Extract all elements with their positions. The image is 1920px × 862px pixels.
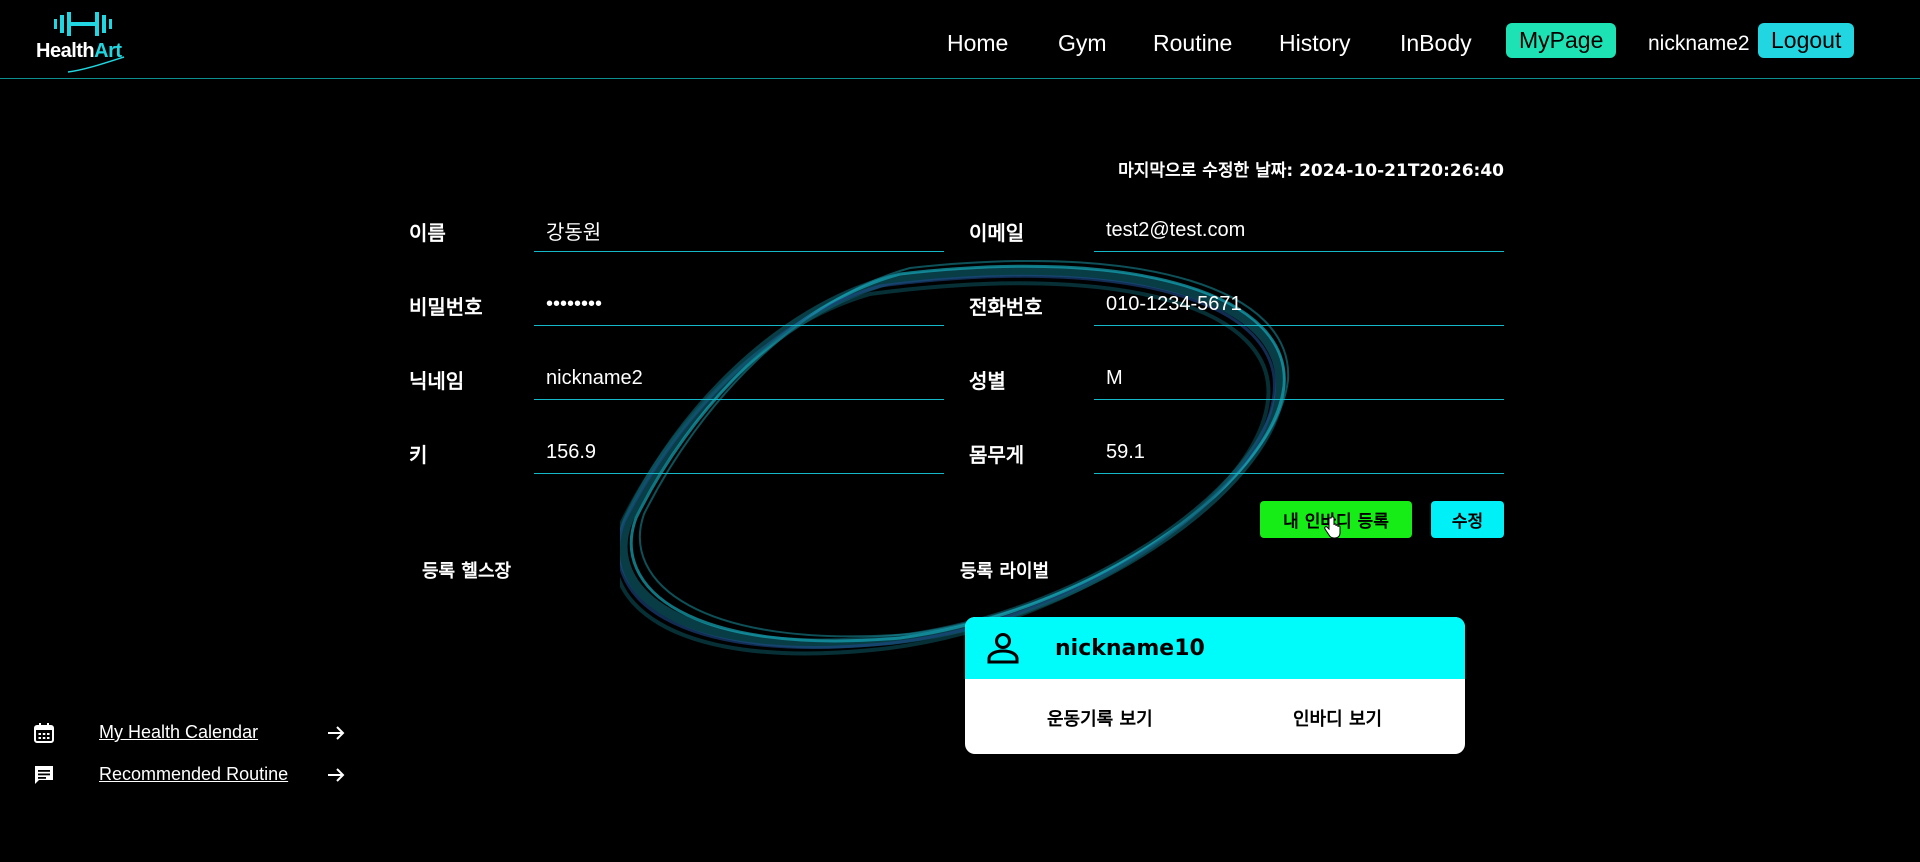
user-icon xyxy=(987,633,1019,664)
rival-card-header: nickname10 xyxy=(965,617,1465,679)
logo-swoosh-icon xyxy=(67,56,125,73)
nav-history[interactable]: History xyxy=(1279,30,1351,57)
height-label: 키 xyxy=(409,443,428,467)
hand-cursor-icon xyxy=(1324,516,1341,539)
phone-field[interactable] xyxy=(1094,284,1504,326)
nav-routine[interactable]: Routine xyxy=(1153,30,1232,57)
gender-label: 성별 xyxy=(969,369,1006,393)
rival-card: nickname10 운동기록 보기 인바디 보기 xyxy=(965,617,1465,754)
top-navbar: HealthArt Home Gym Routine History InBod… xyxy=(0,0,1920,79)
view-workout-records-link[interactable]: 운동기록 보기 xyxy=(1047,705,1153,731)
view-inbody-link[interactable]: 인바디 보기 xyxy=(1293,705,1382,731)
logout-button[interactable]: Logout xyxy=(1758,23,1855,58)
phone-label: 전화번호 xyxy=(969,295,1043,319)
email-field[interactable] xyxy=(1094,210,1504,252)
name-field[interactable] xyxy=(534,210,944,252)
calendar-link-label: My Health Calendar xyxy=(99,722,259,742)
arrow-right-icon xyxy=(328,726,345,740)
header-nickname: nickname2 xyxy=(1648,32,1750,55)
nav-inbody[interactable]: InBody xyxy=(1400,30,1472,57)
gender-field[interactable] xyxy=(1094,358,1504,400)
email-label: 이메일 xyxy=(969,221,1025,245)
name-label: 이름 xyxy=(409,221,446,245)
chat-icon xyxy=(35,766,53,784)
edit-button[interactable]: 수정 xyxy=(1431,501,1504,538)
nickname-field[interactable] xyxy=(534,358,944,400)
registered-gym-title: 등록 헬스장 xyxy=(422,561,512,582)
password-field[interactable] xyxy=(534,284,944,326)
weight-field[interactable] xyxy=(1094,432,1504,474)
height-field[interactable] xyxy=(534,432,944,474)
arrow-right-icon xyxy=(328,768,345,782)
registered-rival-title: 등록 라이벌 xyxy=(960,561,1050,582)
nav-gym[interactable]: Gym xyxy=(1058,30,1107,57)
sidebar-link-calendar[interactable]: My Health Calendar xyxy=(32,718,352,748)
rival-nickname: nickname10 xyxy=(1055,635,1205,661)
healthart-logo[interactable]: HealthArt xyxy=(36,10,136,73)
routine-link-label: Recommended Routine xyxy=(99,764,289,784)
calendar-icon xyxy=(34,723,54,743)
nav-mypage[interactable]: MyPage xyxy=(1506,23,1617,58)
weight-label: 몸무게 xyxy=(969,443,1025,467)
nav-home[interactable]: Home xyxy=(947,30,1008,57)
nickname-label: 닉네임 xyxy=(409,369,465,393)
password-label: 비밀번호 xyxy=(409,295,483,319)
last-modified-date: 마지막으로 수정한 날짜: 2024-10-21T20:26:40 xyxy=(1118,161,1504,181)
rival-card-actions: 운동기록 보기 인바디 보기 xyxy=(965,679,1465,754)
sidebar-link-routine[interactable]: Recommended Routine xyxy=(32,760,352,790)
dumbbell-icon xyxy=(54,12,112,36)
